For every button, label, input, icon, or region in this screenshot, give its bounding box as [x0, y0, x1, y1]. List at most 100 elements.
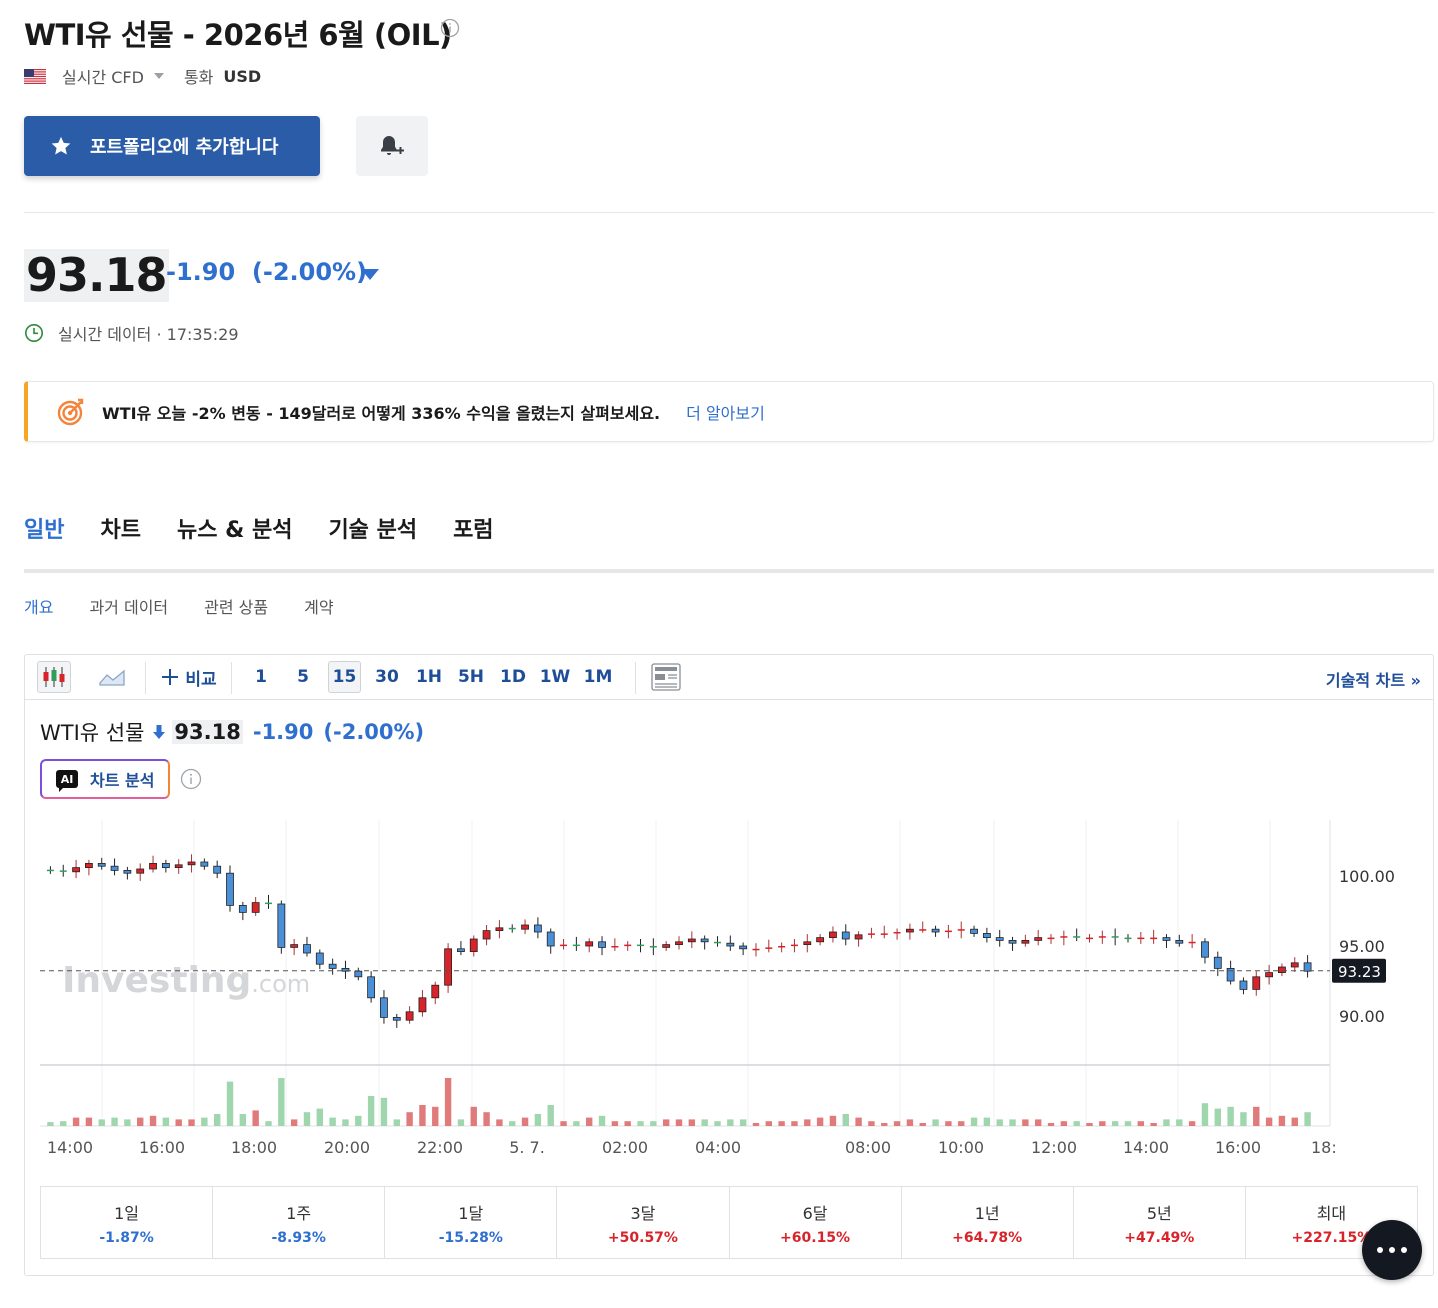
candle	[585, 941, 594, 947]
subtab-related[interactable]: 관련 상품	[204, 594, 268, 618]
volume-bar	[201, 1117, 208, 1126]
price-change-value: -1.90	[166, 258, 236, 286]
subtab-historical-data[interactable]: 과거 데이터	[89, 594, 168, 618]
volume-bar	[534, 1114, 542, 1126]
market-type-dropdown[interactable]: 실시간 CFD	[62, 64, 144, 88]
interval-15-button[interactable]: 15	[328, 661, 361, 693]
period-label: 1주	[286, 1203, 312, 1223]
period-1[interactable]: 1주 -8.93%	[213, 1187, 386, 1258]
legend-price: 93.18	[172, 720, 243, 744]
dot-icon	[1377, 1247, 1383, 1253]
candle	[200, 861, 209, 867]
price-change: -1.90 (-2.00%)	[166, 258, 367, 286]
candle	[1047, 937, 1055, 940]
candle	[854, 934, 863, 940]
volume-bar	[406, 1112, 413, 1126]
info-icon[interactable]	[180, 768, 202, 790]
volume-bar	[932, 1119, 939, 1126]
subtab-overview[interactable]: 개요	[24, 594, 53, 618]
candle	[508, 927, 516, 930]
add-alert-button[interactable]	[356, 116, 428, 176]
interval-1-button[interactable]: 1	[247, 661, 275, 693]
more-options-button[interactable]	[1362, 1220, 1422, 1280]
info-icon[interactable]	[440, 18, 460, 38]
candle	[662, 944, 671, 948]
volume-bar	[483, 1112, 490, 1126]
add-to-portfolio-label: 포트폴리오에 추가합니다	[90, 137, 279, 158]
tab-news-analysis[interactable]: 뉴스 & 분석	[177, 512, 292, 572]
period-0[interactable]: 1일 -1.87%	[41, 1187, 214, 1258]
interval-1h-button[interactable]: 1H	[413, 661, 445, 693]
volume-bar	[881, 1123, 888, 1126]
tab-chart[interactable]: 차트	[100, 512, 140, 572]
candle	[59, 870, 67, 872]
main-tabs: 일반 차트 뉴스 & 분석 기술 분석 포럼	[24, 512, 530, 572]
tab-general[interactable]: 일반	[24, 512, 65, 572]
candle	[1073, 936, 1081, 938]
technical-chart-link[interactable]: 기술적 차트 »	[1326, 667, 1421, 691]
period-label: 최대	[1316, 1203, 1347, 1223]
interval-5h-button[interactable]: 5H	[455, 661, 487, 693]
candle	[405, 1011, 414, 1021]
volume-bar	[906, 1119, 914, 1126]
period-4[interactable]: 6달 +60.15%	[730, 1187, 902, 1258]
volume-bar	[265, 1121, 272, 1126]
volume-bar	[650, 1121, 657, 1126]
tab-technical[interactable]: 기술 분석	[328, 512, 417, 572]
tab-forum[interactable]: 포럼	[453, 512, 493, 572]
candle	[495, 927, 504, 932]
period-2[interactable]: 1달 -15.28%	[385, 1187, 558, 1258]
candle	[1034, 937, 1043, 941]
interval-5-button[interactable]: 5	[289, 661, 317, 693]
x-tick-label: 18:	[1311, 1138, 1337, 1157]
period-change: +60.15%	[780, 1229, 851, 1246]
candle	[726, 942, 735, 947]
add-to-portfolio-button[interactable]: 포트폴리오에 추가합니다	[24, 116, 320, 176]
candle	[572, 944, 580, 947]
learn-more-link[interactable]: 더 알아보기	[686, 400, 765, 424]
interval-30-button[interactable]: 30	[371, 661, 403, 693]
volume-bar	[149, 1115, 157, 1126]
volume-bar	[829, 1115, 837, 1126]
candle	[521, 924, 529, 930]
volume-bar	[355, 1115, 362, 1126]
area-chart-button[interactable]	[95, 661, 129, 693]
interval-1w-button[interactable]: 1W	[538, 661, 572, 693]
candle	[72, 867, 80, 873]
ai-chart-analysis-button[interactable]: AI 차트 분석	[40, 759, 170, 799]
candle	[778, 946, 786, 948]
period-5[interactable]: 1년 +64.78%	[902, 1187, 1074, 1258]
candle	[161, 863, 170, 869]
period-3[interactable]: 3달 +50.57%	[557, 1187, 730, 1258]
candle	[1213, 956, 1222, 969]
volume-bar	[816, 1117, 824, 1126]
interval-1d-button[interactable]: 1D	[497, 661, 529, 693]
candle	[816, 937, 825, 943]
x-tick-label: 10:00	[938, 1138, 984, 1157]
volume-bar	[239, 1114, 247, 1126]
x-tick-label: 20:00	[324, 1138, 370, 1157]
interval-1m-button[interactable]: 1M	[581, 661, 615, 693]
period-label: 5년	[1146, 1203, 1172, 1223]
volume-bar	[855, 1117, 862, 1126]
price-chart[interactable]: Investing.com 100.00 95.00 90.00 93.23 14:0…	[40, 820, 1400, 1165]
candle	[931, 928, 940, 933]
candle	[238, 905, 247, 913]
volume-bar	[1150, 1123, 1157, 1126]
volume-bar	[1099, 1121, 1106, 1126]
currency-value: USD	[223, 66, 262, 86]
volume-bar	[893, 1121, 901, 1126]
volume-bar	[1034, 1119, 1042, 1126]
period-6[interactable]: 5년 +47.49%	[1074, 1187, 1246, 1258]
data-table-button[interactable]	[650, 661, 682, 693]
candlestick-chart-button[interactable]	[37, 661, 71, 693]
compare-button[interactable]: 비교	[159, 661, 219, 693]
volume-bar	[444, 1078, 452, 1126]
chart-legend: WTI유 선물 93.18 -1.90 (-2.00%)	[40, 717, 424, 747]
subtab-contracts[interactable]: 계약	[304, 594, 333, 618]
candle	[367, 976, 376, 999]
volume-bar	[945, 1121, 952, 1126]
volume-bar	[675, 1119, 683, 1126]
candle	[277, 903, 286, 948]
chevron-down-icon[interactable]	[153, 73, 164, 79]
